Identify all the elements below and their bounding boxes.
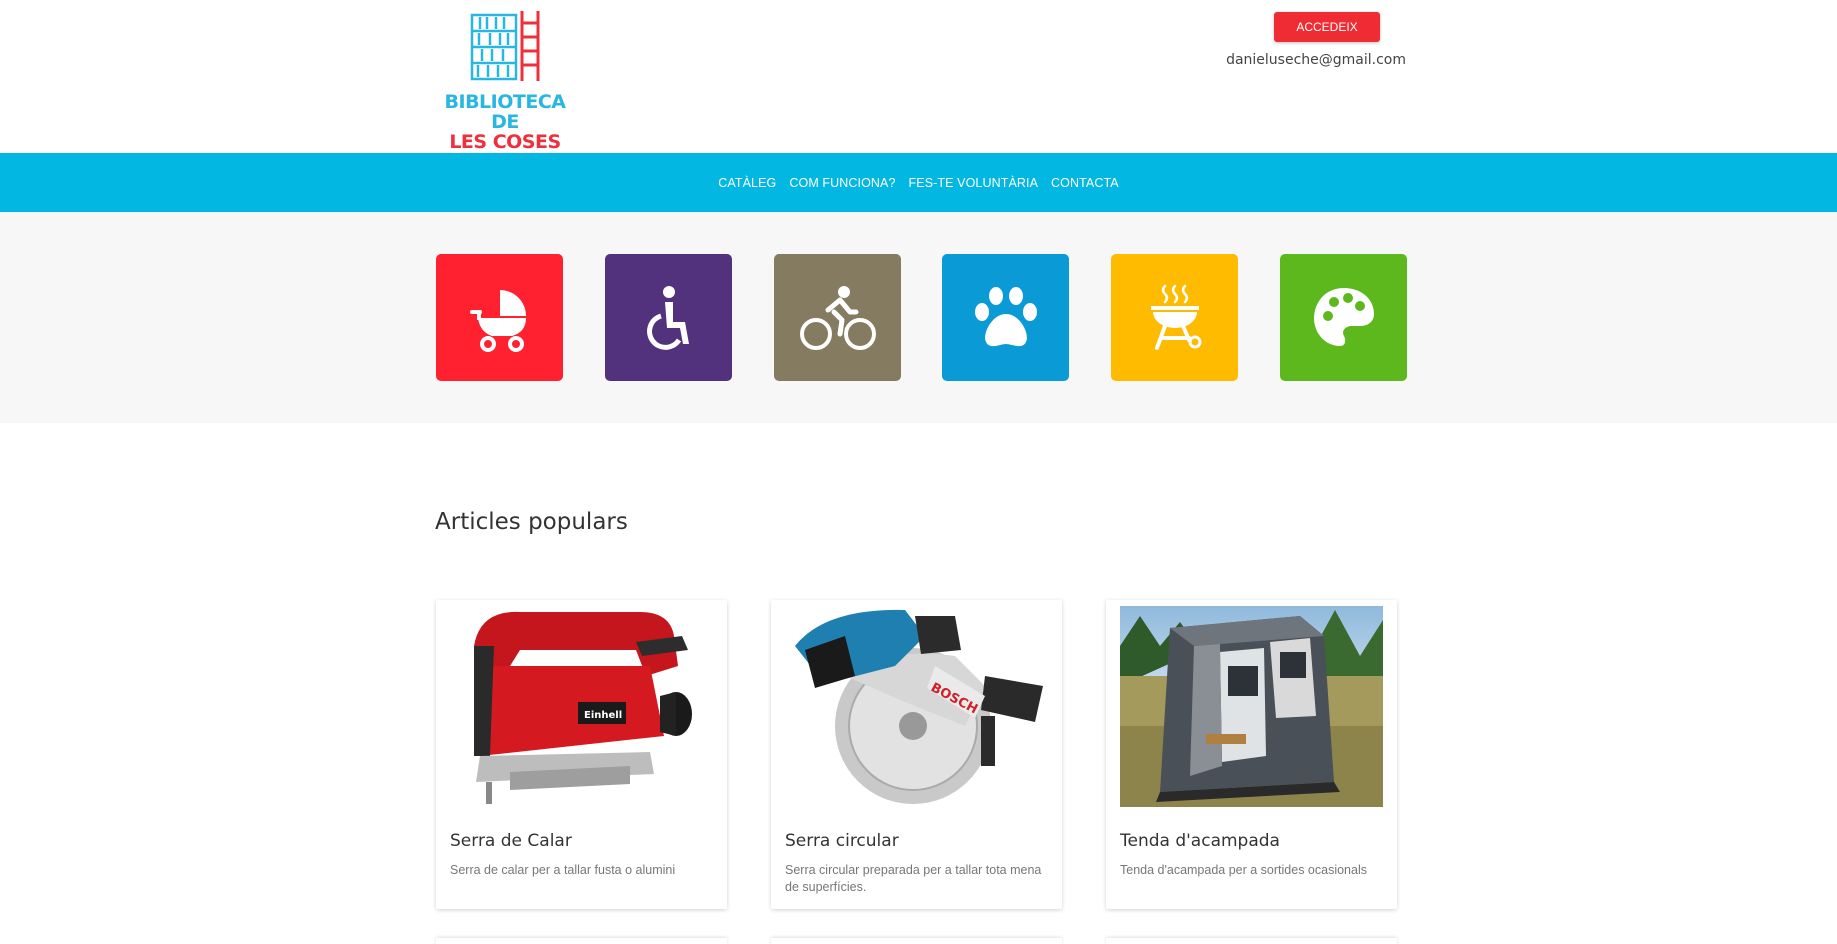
article-card-peek xyxy=(771,938,1062,944)
category-tile-sports[interactable] xyxy=(774,254,901,381)
article-description: Serra circular preparada per a tallar to… xyxy=(785,863,1042,894)
article-title: Tenda d'acampada xyxy=(1120,831,1280,851)
login-button[interactable]: ACCEDEIX xyxy=(1274,12,1380,42)
category-tile-bbq[interactable] xyxy=(1111,254,1238,381)
category-tile-babies[interactable] xyxy=(436,254,563,381)
nav-item-volunteer[interactable]: FES-TE VOLUNTÀRIA xyxy=(909,176,1039,190)
site-header: BIBLIOTECA DE LES COSES ACCEDEIX danielu… xyxy=(0,0,1837,153)
baby-stroller-icon xyxy=(469,289,526,352)
article-title: Serra de Calar xyxy=(450,831,572,851)
article-card[interactable]: Tenda d'acampada Tenda d'acampada per a … xyxy=(1106,600,1397,909)
jigsaw-image: Einhell xyxy=(450,606,713,807)
category-tile-mobility[interactable] xyxy=(605,254,732,381)
paw-icon xyxy=(974,286,1037,346)
bicycle-icon xyxy=(799,285,876,350)
article-card[interactable]: Einhell Serra de Calar Serra de calar pe… xyxy=(436,600,727,909)
article-card[interactable]: BOSCH Serra circular Serra circular prep… xyxy=(771,600,1062,909)
article-description: Tenda d'acampada per a sortides ocasiona… xyxy=(1120,863,1367,877)
paint-palette-icon xyxy=(1313,287,1374,346)
category-tile-crafts[interactable] xyxy=(1280,254,1407,381)
camping-tent-image xyxy=(1120,606,1383,807)
popular-articles-title: Articles populars xyxy=(435,509,628,535)
wheelchair-icon xyxy=(646,285,689,350)
logo-line-2: LES COSES xyxy=(449,131,561,153)
barbecue-grill-icon xyxy=(1150,284,1201,350)
logo-line-1: BIBLIOTECA DE xyxy=(444,91,566,133)
svg-text:Einhell: Einhell xyxy=(584,710,622,721)
nav-item-catalog[interactable]: CATÀLEG xyxy=(718,176,776,190)
article-title: Serra circular xyxy=(785,831,899,851)
logo-wordmark: BIBLIOTECA DE LES COSES xyxy=(436,92,574,152)
article-card-peek xyxy=(1106,938,1397,944)
main-nav: CATÀLEG COM FUNCIONA? FES-TE VOLUNTÀRIA … xyxy=(0,153,1837,212)
category-band xyxy=(0,212,1837,423)
user-email[interactable]: danieluseche@gmail.com xyxy=(1200,52,1406,68)
nav-item-how-it-works[interactable]: COM FUNCIONA? xyxy=(789,176,895,190)
article-card-peek xyxy=(436,938,727,944)
bookshelf-ladder-icon xyxy=(470,11,540,81)
category-tile-pets[interactable] xyxy=(942,254,1069,381)
circular-saw-image: BOSCH xyxy=(785,606,1048,807)
nav-item-contact[interactable]: CONTACTA xyxy=(1051,176,1119,190)
article-description: Serra de calar per a tallar fusta o alum… xyxy=(450,863,676,877)
site-logo[interactable]: BIBLIOTECA DE LES COSES xyxy=(436,8,574,152)
